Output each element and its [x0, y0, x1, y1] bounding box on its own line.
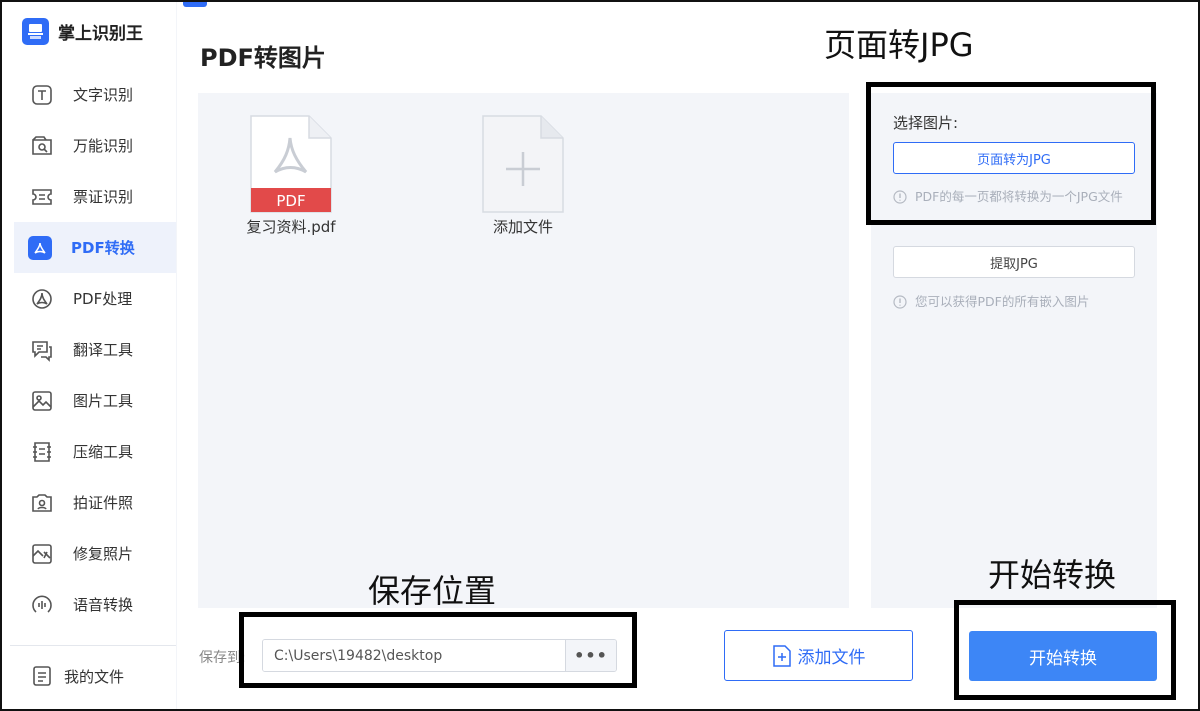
- options-panel: 选择图片: 页面转为JPG PDF的每一页都将转换为一个JPG文件 提取JPG …: [871, 93, 1157, 608]
- save-path-field: •••: [262, 639, 617, 672]
- pdf-badge: PDF: [276, 192, 305, 210]
- app-logo-icon: [22, 17, 49, 45]
- sidebar-item-label: PDF转换: [71, 239, 135, 257]
- save-path-input[interactable]: [263, 640, 565, 671]
- voice-convert-icon: [28, 591, 56, 619]
- page-to-jpg-hint-text: PDF的每一页都将转换为一个JPG文件: [915, 189, 1123, 204]
- file-drop-area[interactable]: PDF 复习资料.pdf 添加文件: [198, 93, 849, 608]
- pdf-convert-icon: [28, 235, 52, 260]
- sidebar-item-label: 文字识别: [73, 86, 134, 104]
- extract-jpg-hint: 您可以获得PDF的所有嵌入图片: [893, 294, 1138, 310]
- pdf-file-icon: PDF: [250, 115, 332, 213]
- sidebar: 掌上识别王 文字识别 万能识别 票证识别 PDF转换 PDF处理 翻译工具 图片…: [2, 2, 176, 709]
- sidebar-item-label: 票证识别: [73, 188, 134, 206]
- sidebar-item-pdf-convert[interactable]: PDF转换: [14, 222, 176, 273]
- sidebar-item-label: 图片工具: [73, 392, 134, 410]
- page-title: PDF转图片: [200, 44, 326, 72]
- my-files-icon: [28, 662, 56, 690]
- options-title: 选择图片:: [893, 114, 959, 132]
- brand: 掌上识别王: [22, 16, 143, 46]
- translate-icon: [28, 336, 56, 364]
- compress-icon: [28, 438, 56, 466]
- sidebar-item-voice-convert[interactable]: 语音转换: [2, 579, 176, 630]
- info-icon: [893, 190, 907, 204]
- sidebar-nav: 文字识别 万能识别 票证识别 PDF转换 PDF处理 翻译工具 图片工具 压缩工…: [2, 69, 176, 630]
- main-panel: PDF转图片 PDF 复习资料.pdf 添加文件 选择图片: 页面转为JPG P…: [177, 2, 1198, 709]
- add-file-card[interactable]: 添加文件: [472, 114, 574, 237]
- save-to-label: 保存到:: [199, 650, 246, 666]
- id-photo-icon: [28, 489, 56, 517]
- sidebar-item-image-tools[interactable]: 图片工具: [2, 375, 176, 426]
- info-icon: [893, 295, 907, 309]
- sidebar-item-ticket-recognition[interactable]: 票证识别: [2, 171, 176, 222]
- pdf-process-icon: [28, 285, 56, 313]
- sidebar-item-text-recognition[interactable]: 文字识别: [2, 69, 176, 120]
- my-files-label: 我的文件: [64, 667, 125, 686]
- sidebar-item-photo-repair[interactable]: 修复照片: [2, 528, 176, 579]
- annotation-page-to-jpg: 页面转JPG: [824, 26, 974, 64]
- add-file-icon: [772, 644, 792, 667]
- photo-repair-icon: [28, 540, 56, 568]
- sidebar-item-label: 修复照片: [73, 545, 134, 563]
- ticket-recognition-icon: [28, 183, 56, 211]
- browse-more-button[interactable]: •••: [565, 640, 616, 671]
- sidebar-item-id-photo[interactable]: 拍证件照: [2, 477, 176, 528]
- file-name: 复习资料.pdf: [246, 218, 336, 236]
- add-file-button-label: 添加文件: [797, 648, 866, 668]
- add-file-button[interactable]: 添加文件: [724, 630, 913, 681]
- text-recognition-icon: [28, 81, 56, 109]
- top-tab-marker: [183, 2, 207, 7]
- add-file-label: 添加文件: [492, 218, 553, 236]
- sidebar-item-label: PDF处理: [73, 290, 133, 308]
- sidebar-item-label: 压缩工具: [73, 443, 134, 461]
- sidebar-item-translate[interactable]: 翻译工具: [2, 324, 176, 375]
- extract-jpg-button[interactable]: 提取JPG: [893, 246, 1135, 278]
- start-convert-button[interactable]: 开始转换: [969, 631, 1157, 681]
- sidebar-item-label: 拍证件照: [73, 494, 134, 512]
- add-file-plus-icon: [482, 115, 564, 213]
- sidebar-item-pdf-process[interactable]: PDF处理: [2, 273, 176, 324]
- image-tools-icon: [28, 387, 56, 415]
- annotation-start-convert: 开始转换: [988, 556, 1117, 594]
- sidebar-item-universal-recognition[interactable]: 万能识别: [2, 120, 176, 171]
- sidebar-item-label: 语音转换: [73, 596, 134, 614]
- sidebar-item-label: 翻译工具: [73, 341, 134, 359]
- page-to-jpg-hint: PDF的每一页都将转换为一个JPG文件: [893, 189, 1138, 223]
- sidebar-item-label: 万能识别: [73, 137, 134, 155]
- page-to-jpg-button[interactable]: 页面转为JPG: [893, 142, 1135, 174]
- sidebar-item-compress[interactable]: 压缩工具: [2, 426, 176, 477]
- sidebar-item-my-files[interactable]: 我的文件: [28, 658, 124, 694]
- annotation-save-location: 保存位置: [368, 572, 497, 610]
- file-item-pdf[interactable]: PDF 复习资料.pdf: [242, 114, 340, 237]
- universal-recognition-icon: [28, 132, 56, 160]
- sidebar-divider: [10, 645, 176, 646]
- extract-jpg-hint-text: 您可以获得PDF的所有嵌入图片: [915, 294, 1090, 309]
- app-name: 掌上识别王: [58, 23, 143, 44]
